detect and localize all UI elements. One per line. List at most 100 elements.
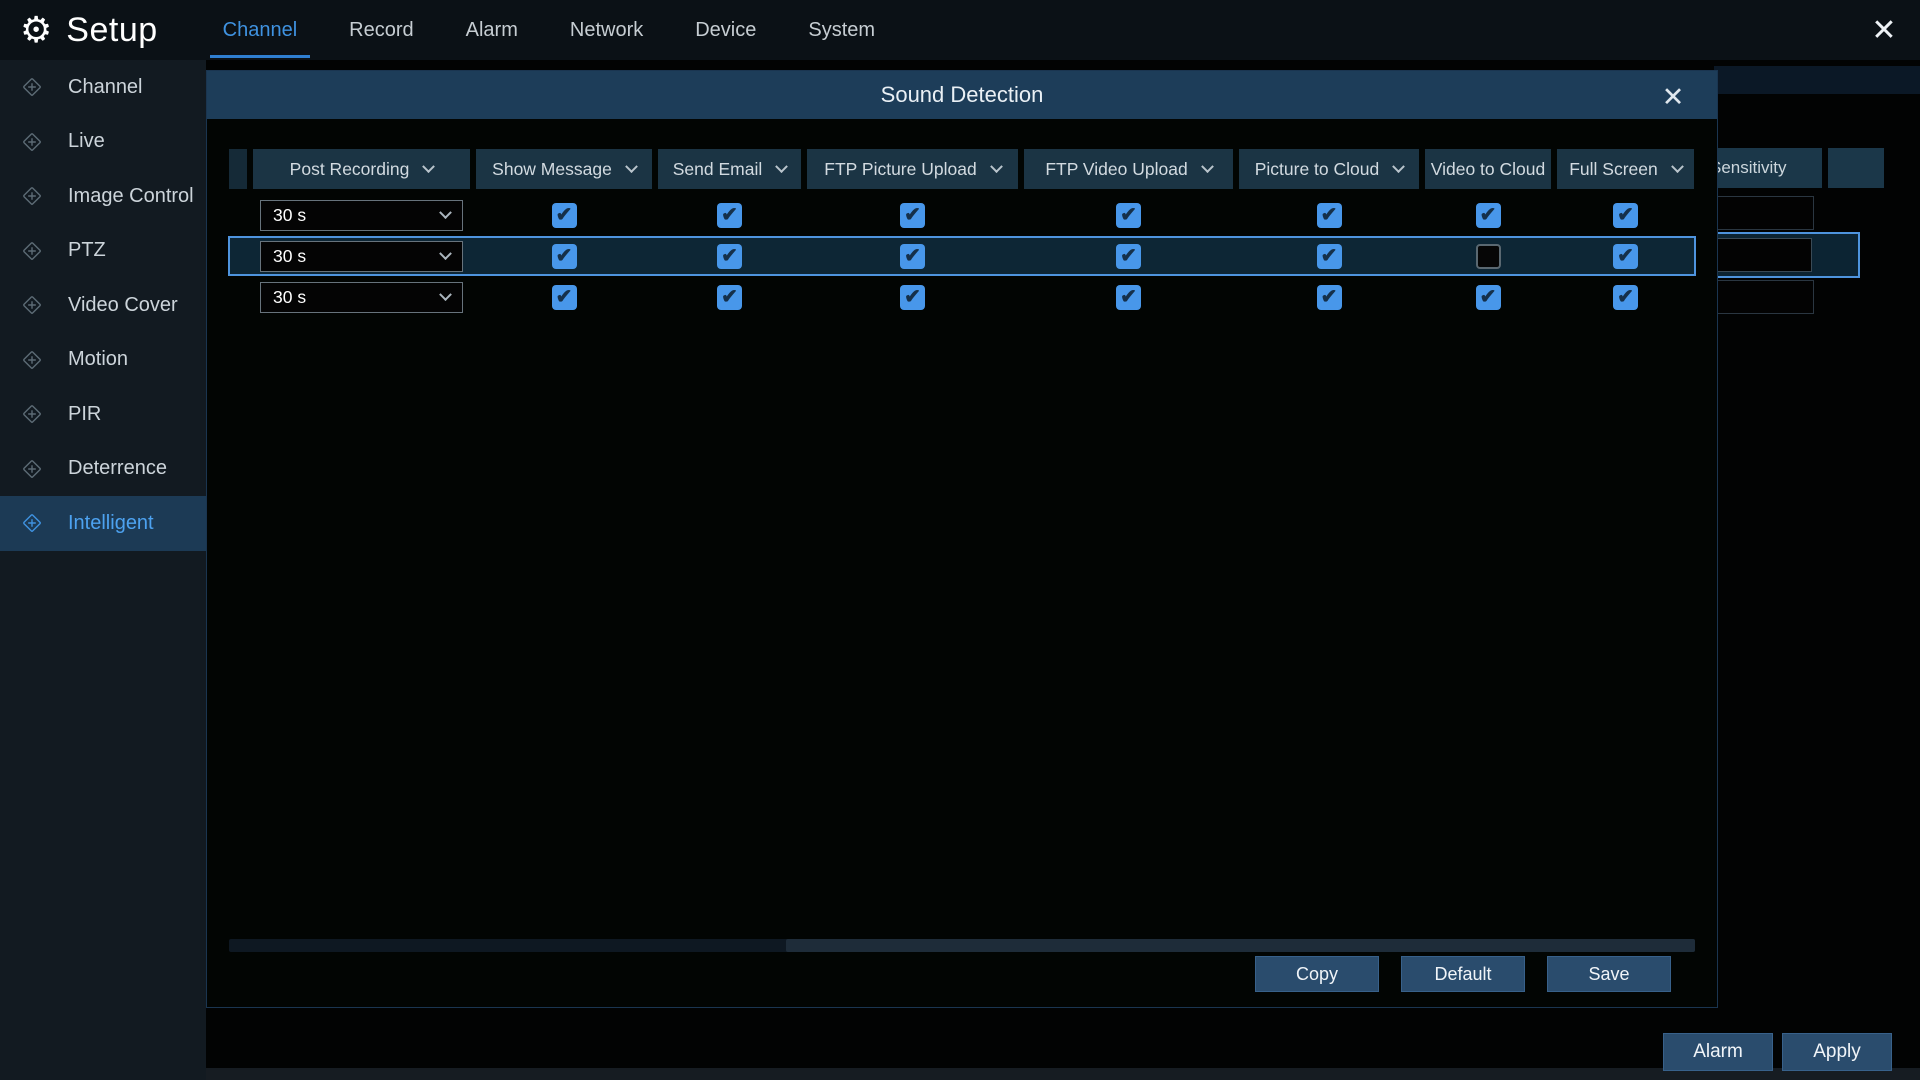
sidebar-item-motion[interactable]: Motion bbox=[0, 333, 206, 388]
save-button[interactable]: Save bbox=[1547, 956, 1671, 992]
apply-button[interactable]: Apply bbox=[1782, 1033, 1892, 1071]
checkbox-video-to-cloud[interactable]: ✔ bbox=[1476, 203, 1501, 228]
sidebar-item-channel[interactable]: Channel bbox=[0, 60, 206, 115]
tab-system[interactable]: System bbox=[805, 0, 878, 60]
dialog-title: Sound Detection bbox=[881, 82, 1044, 108]
checkbox-cell: ✔ bbox=[476, 244, 652, 269]
background-column-header bbox=[1828, 148, 1884, 188]
background-selected-row[interactable] bbox=[1706, 232, 1860, 278]
sidebar-item-label: Motion bbox=[68, 348, 128, 371]
post-recording-select[interactable]: 30 s bbox=[260, 241, 463, 272]
checkmark-icon: ✔ bbox=[1617, 243, 1634, 268]
table-row[interactable]: 30 s ✔ ✔ ✔ ✔ ✔ ✔ ✔ bbox=[229, 278, 1695, 316]
sensitivity-input[interactable] bbox=[1712, 196, 1814, 230]
horizontal-scrollbar[interactable] bbox=[229, 939, 1695, 952]
checkbox-show-message[interactable]: ✔ bbox=[552, 203, 577, 228]
scrollbar-thumb[interactable] bbox=[786, 939, 1695, 952]
column-header-show-message[interactable]: Show Message bbox=[476, 149, 652, 189]
checkmark-icon: ✔ bbox=[1480, 284, 1497, 309]
checkbox-cell: ✔ bbox=[1024, 203, 1233, 228]
chevron-down-icon bbox=[990, 160, 1003, 173]
sidebar-item-live[interactable]: Live bbox=[0, 115, 206, 170]
checkbox-cell: ✔ bbox=[476, 203, 652, 228]
column-header-picture-to-cloud[interactable]: Picture to Cloud bbox=[1239, 149, 1419, 189]
column-header-send-email[interactable]: Send Email bbox=[658, 149, 801, 189]
column-header-video-to-cloud[interactable]: Video to Cloud bbox=[1425, 149, 1551, 189]
checkbox-ftp-video-upload[interactable]: ✔ bbox=[1116, 285, 1141, 310]
table-row[interactable]: 30 s ✔ ✔ ✔ ✔ ✔ ✔ bbox=[229, 237, 1695, 275]
checkmark-icon: ✔ bbox=[1321, 284, 1338, 309]
tab-record[interactable]: Record bbox=[346, 0, 416, 60]
checkmark-icon: ✔ bbox=[904, 243, 921, 268]
copy-button[interactable]: Copy bbox=[1255, 956, 1379, 992]
dialog-action-buttons: Copy Default Save bbox=[1255, 956, 1671, 992]
column-header-label: FTP Picture Upload bbox=[824, 159, 976, 180]
sidebar-item-image-control[interactable]: Image Control bbox=[0, 169, 206, 224]
top-nav-tabs: Channel Record Alarm Network Device System bbox=[220, 0, 878, 60]
sidebar-item-ptz[interactable]: PTZ bbox=[0, 224, 206, 279]
table-row[interactable]: 30 s ✔ ✔ ✔ ✔ ✔ ✔ ✔ bbox=[229, 196, 1695, 234]
gear-icon: ⚙ bbox=[20, 12, 52, 48]
window-close-icon[interactable]: ✕ bbox=[1862, 8, 1906, 52]
checkmark-icon: ✔ bbox=[721, 243, 738, 268]
checkbox-cell: ✔ bbox=[807, 244, 1018, 269]
checkbox-cell: ✔ bbox=[1024, 244, 1233, 269]
checkbox-video-to-cloud[interactable] bbox=[1476, 244, 1501, 269]
checkmark-icon: ✔ bbox=[1120, 202, 1137, 227]
sidebar-item-pir[interactable]: PIR bbox=[0, 387, 206, 442]
checkbox-full-screen[interactable]: ✔ bbox=[1613, 244, 1638, 269]
checkbox-full-screen[interactable]: ✔ bbox=[1613, 285, 1638, 310]
tab-network[interactable]: Network bbox=[567, 0, 646, 60]
chevron-down-icon bbox=[1392, 160, 1405, 173]
tab-channel[interactable]: Channel bbox=[220, 0, 301, 60]
checkbox-send-email[interactable]: ✔ bbox=[717, 203, 742, 228]
checkbox-picture-to-cloud[interactable]: ✔ bbox=[1317, 203, 1342, 228]
sidebar-item-label: Intelligent bbox=[68, 512, 154, 535]
chevron-down-icon bbox=[1671, 160, 1684, 173]
default-button[interactable]: Default bbox=[1401, 956, 1525, 992]
sidebar-item-deterrence[interactable]: Deterrence bbox=[0, 442, 206, 497]
sidebar-item-label: Deterrence bbox=[68, 457, 167, 480]
checkbox-ftp-picture-upload[interactable]: ✔ bbox=[900, 244, 925, 269]
dialog-close-icon[interactable]: ✕ bbox=[1655, 79, 1691, 115]
column-header-partial bbox=[229, 149, 247, 189]
background-page-header-band bbox=[1714, 66, 1920, 94]
sidebar-item-intelligent[interactable]: Intelligent bbox=[0, 496, 206, 551]
tab-device[interactable]: Device bbox=[692, 0, 759, 60]
checkbox-show-message[interactable]: ✔ bbox=[552, 285, 577, 310]
sidebar-item-label: PIR bbox=[68, 403, 101, 426]
column-header-label: Show Message bbox=[492, 159, 612, 180]
checkmark-icon: ✔ bbox=[1120, 284, 1137, 309]
post-recording-select[interactable]: 30 s bbox=[260, 282, 463, 313]
sensitivity-input[interactable] bbox=[1712, 280, 1814, 314]
checkbox-picture-to-cloud[interactable]: ✔ bbox=[1317, 244, 1342, 269]
checkbox-send-email[interactable]: ✔ bbox=[717, 285, 742, 310]
checkbox-show-message[interactable]: ✔ bbox=[552, 244, 577, 269]
top-bar: ⚙ Setup ChannelRecordAlarmNetworkDeviceS… bbox=[0, 0, 1920, 60]
checkmark-icon: ✔ bbox=[556, 284, 573, 309]
post-recording-cell: 30 s bbox=[253, 241, 470, 272]
column-header-ftp-video-upload[interactable]: FTP Video Upload bbox=[1024, 149, 1233, 189]
tab-alarm[interactable]: Alarm bbox=[463, 0, 521, 60]
checkbox-ftp-video-upload[interactable]: ✔ bbox=[1116, 244, 1141, 269]
checkbox-ftp-picture-upload[interactable]: ✔ bbox=[900, 203, 925, 228]
checkbox-video-to-cloud[interactable]: ✔ bbox=[1476, 285, 1501, 310]
alarm-button[interactable]: Alarm bbox=[1663, 1033, 1773, 1071]
sidebar-item-label: Channel bbox=[68, 76, 143, 99]
column-header-label: Send Email bbox=[673, 159, 763, 180]
sidebar-item-video-cover[interactable]: Video Cover bbox=[0, 278, 206, 333]
checkmark-icon: ✔ bbox=[556, 243, 573, 268]
diamond-target-icon bbox=[22, 350, 42, 370]
column-header-post-recording[interactable]: Post Recording bbox=[253, 149, 470, 189]
checkbox-picture-to-cloud[interactable]: ✔ bbox=[1317, 285, 1342, 310]
checkbox-ftp-picture-upload[interactable]: ✔ bbox=[900, 285, 925, 310]
post-recording-select[interactable]: 30 s bbox=[260, 200, 463, 231]
column-header-full-screen[interactable]: Full Screen bbox=[1557, 149, 1694, 189]
checkbox-send-email[interactable]: ✔ bbox=[717, 244, 742, 269]
checkbox-full-screen[interactable]: ✔ bbox=[1613, 203, 1638, 228]
checkbox-ftp-video-upload[interactable]: ✔ bbox=[1116, 203, 1141, 228]
checkbox-cell: ✔ bbox=[1557, 285, 1694, 310]
sensitivity-input[interactable] bbox=[1712, 238, 1812, 272]
checkbox-cell bbox=[1425, 244, 1551, 269]
column-header-ftp-picture-upload[interactable]: FTP Picture Upload bbox=[807, 149, 1018, 189]
